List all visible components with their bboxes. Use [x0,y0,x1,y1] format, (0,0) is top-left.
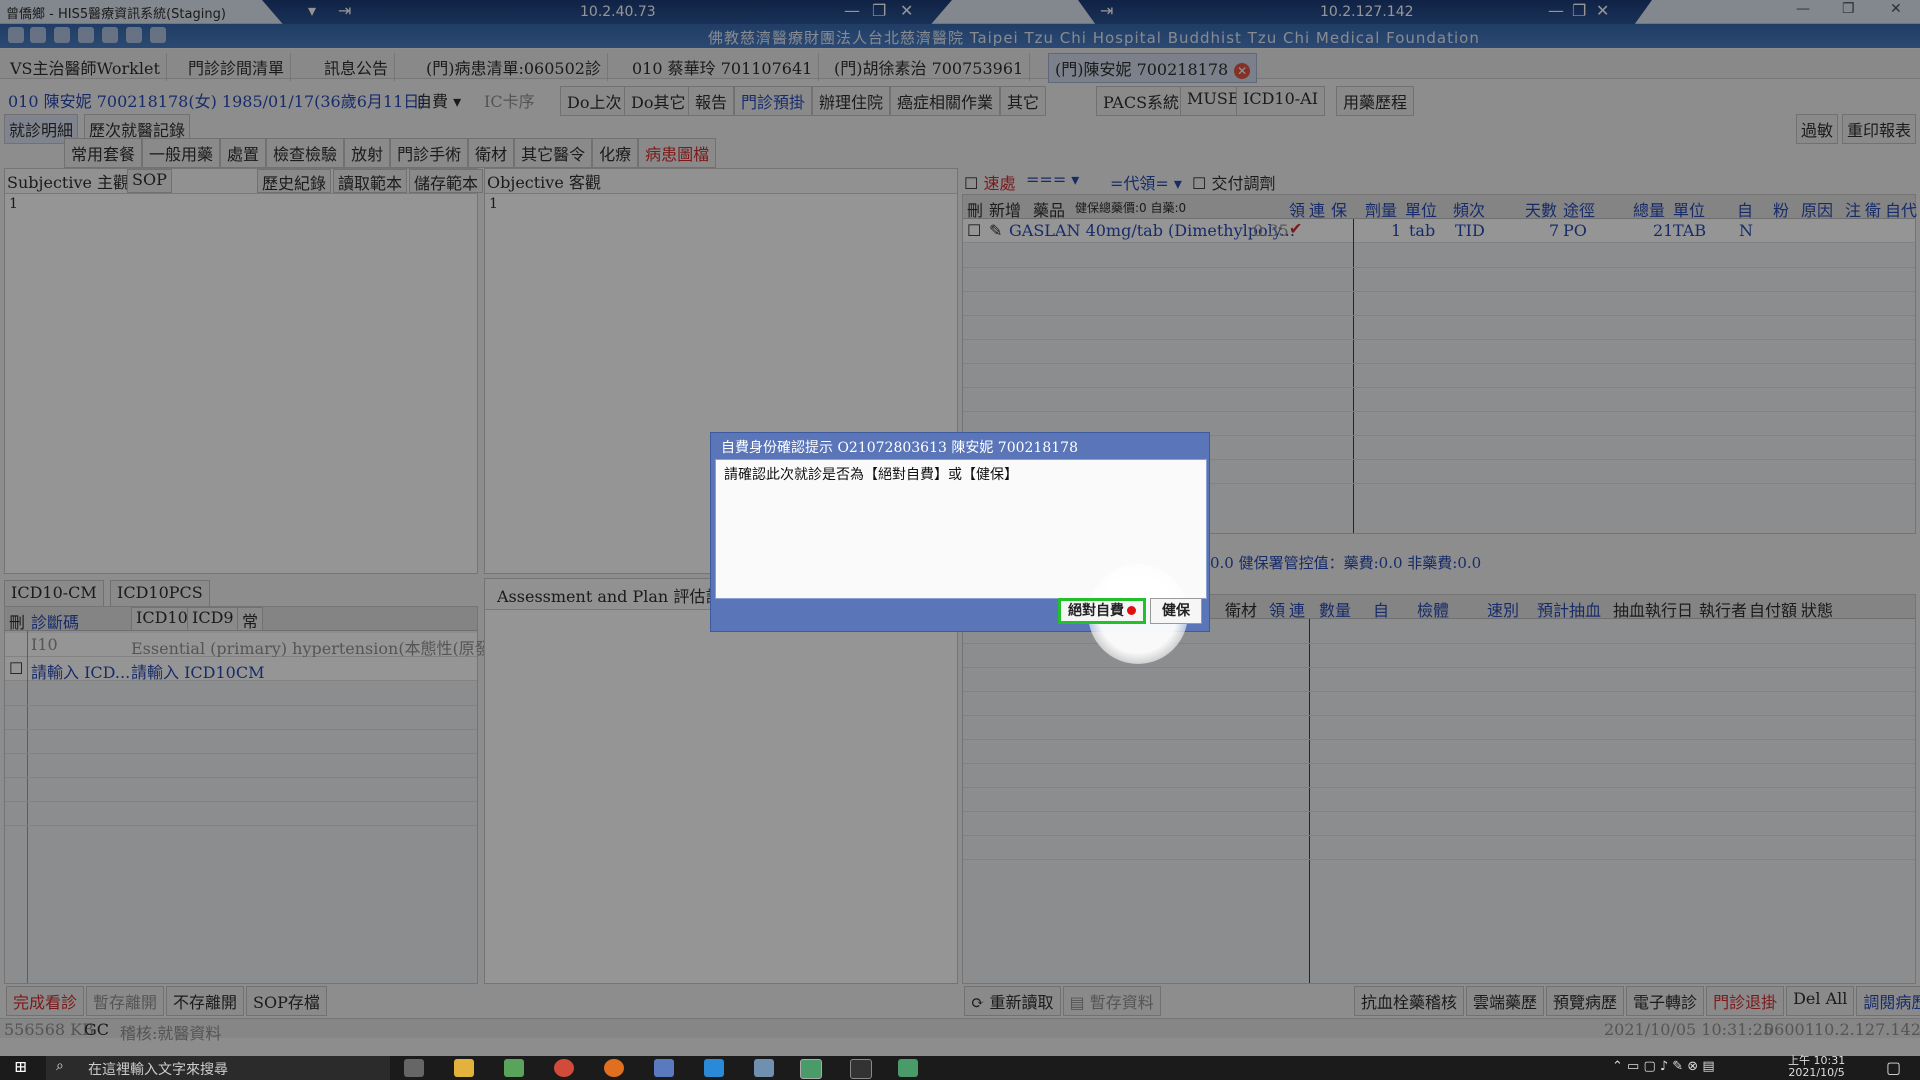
insurance-button[interactable]: 健保 [1150,598,1202,624]
system-tray-icons[interactable]: ⌃ ▭ ▢ ♪ ✎ ⊗ ▤ [1612,1059,1715,1074]
dialog-message: 請確認此次就診是否為【絕對自費】或【健保】 [724,467,1018,483]
his-app-icon[interactable] [898,1059,918,1077]
clock[interactable]: 上午 10:31 2021/10/5 [1788,1055,1845,1079]
file-explorer-icon[interactable] [454,1059,474,1077]
his-app-icon[interactable] [800,1059,822,1079]
remote-desktop-icon[interactable] [654,1059,674,1077]
firefox-icon[interactable] [604,1059,624,1077]
windows-taskbar: ⊞ ⌕ 在這裡輸入文字來搜尋 ⌃ ▭ ▢ ♪ ✎ ⊗ ▤ 上午 10:31 202… [0,1055,1920,1080]
absolute-self-pay-button[interactable]: 絕對自費 [1058,598,1146,624]
windows-start-icon[interactable]: ⊞ [14,1057,27,1076]
app-icon[interactable] [504,1059,524,1077]
task-view-icon[interactable] [404,1059,424,1077]
clock-date: 2021/10/5 [1788,1066,1845,1079]
search-icon: ⌕ [56,1058,64,1074]
chrome-icon[interactable] [554,1059,574,1077]
dialog-title: 自費身份確認提示 O21072803613 陳安妮 700218178 [721,440,1078,456]
app-icon[interactable] [754,1059,774,1077]
search-placeholder: 在這裡輸入文字來搜尋 [88,1062,228,1078]
taskbar-search[interactable]: ⌕ 在這裡輸入文字來搜尋 [46,1056,390,1080]
vscode-icon[interactable] [704,1059,724,1077]
absolute-self-pay-label: 絕對自費 [1068,603,1124,619]
terminal-icon[interactable] [850,1059,872,1079]
cursor-dot-icon [1127,606,1136,615]
notification-icon[interactable]: ▢ [1886,1058,1901,1077]
